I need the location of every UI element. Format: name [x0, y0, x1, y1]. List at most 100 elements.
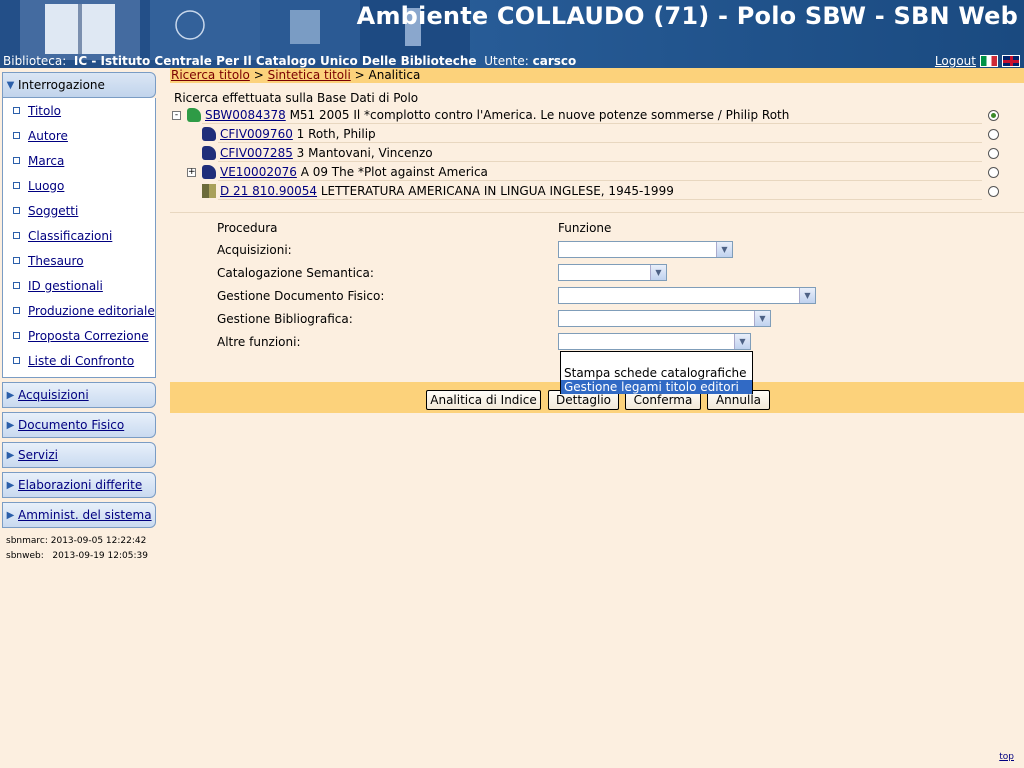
dropdown-option-highlighted[interactable]: Gestione legami titolo editori [561, 380, 752, 394]
author-icon [202, 127, 216, 141]
square-bullet-icon [13, 107, 20, 114]
dropdown-option[interactable] [561, 352, 752, 366]
expand-icon[interactable]: + [187, 167, 196, 177]
tree-row: CFIV009760 1 Roth, Philip [170, 126, 1024, 145]
chevron-down-icon: ▼ [799, 288, 815, 303]
chevron-down-icon: ▼ [734, 334, 750, 349]
triangle-down-icon: ▼ [6, 79, 15, 91]
collapse-icon[interactable]: - [172, 110, 181, 120]
author-icon [202, 146, 216, 160]
sidebar-item-titolo: Titolo [3, 98, 155, 123]
select-radio[interactable] [988, 129, 999, 140]
tree-row: + VE10002076 A 09 The *Plot against Amer… [170, 164, 1024, 183]
function-form: Procedura Funzione Acquisizioni: ▼ Catal… [170, 213, 1024, 363]
square-bullet-icon [13, 182, 20, 189]
select-radio[interactable] [988, 148, 999, 159]
green-book-icon [187, 108, 201, 122]
gestione-bibliografica-select[interactable]: ▼ [558, 310, 771, 327]
analitica-di-indice-button[interactable]: Analitica di Indice [426, 390, 541, 410]
breadcrumb-sintetica-titoli[interactable]: Sintetica titoli [268, 68, 351, 82]
sidebar-item-luogo: Luogo [3, 173, 155, 198]
menu-acquisizioni[interactable]: ▶ Acquisizioni [2, 382, 156, 408]
record-id-link[interactable]: VE10002076 [220, 165, 297, 179]
chevron-down-icon: ▼ [650, 265, 666, 280]
catalogazione-semantica-select[interactable]: ▼ [558, 264, 667, 281]
sidebar-item-classificazioni: Classificazioni [3, 223, 155, 248]
title-icon [202, 165, 216, 179]
sidebar: ▼ Interrogazione Titolo Autore Marca Luo… [0, 70, 158, 564]
record-id-link[interactable]: SBW0084378 [205, 108, 286, 122]
menu-interrogazione-items: Titolo Autore Marca Luogo Soggetti Class… [2, 98, 156, 378]
sidebar-item-autore: Autore [3, 123, 155, 148]
stamp-label: sbnweb: [6, 551, 44, 561]
breadcrumb: Ricerca titolo > Sintetica titoli > Anal… [170, 68, 1024, 83]
square-bullet-icon [13, 307, 20, 314]
triangle-right-icon: ▶ [6, 419, 15, 431]
square-bullet-icon [13, 332, 20, 339]
chevron-down-icon: ▼ [754, 311, 770, 326]
altre-funzioni-label: Altre funzioni: [217, 335, 301, 349]
menu-amministrazione-sistema[interactable]: ▶ Amminist. del sistema [2, 502, 156, 528]
menu-interrogazione[interactable]: ▼ Interrogazione [2, 72, 156, 98]
user-label: Utente: [484, 54, 529, 68]
altre-funzioni-dropdown: Stampa schede catalografiche Gestione le… [560, 351, 753, 394]
logout-link[interactable]: Logout [935, 54, 976, 68]
result-tree: - SBW0084378 M51 2005 Il *complotto cont… [170, 107, 1024, 202]
version-stamps: sbnmarc: 2013-09-05 12:22:42 sbnweb: 201… [6, 534, 158, 564]
select-radio[interactable] [988, 167, 999, 178]
record-id-link[interactable]: D 21 810.90054 [220, 184, 317, 198]
triangle-right-icon: ▶ [6, 509, 15, 521]
sidebar-item-id-gestionali: ID gestionali [3, 273, 155, 298]
menu-label: Interrogazione [18, 78, 105, 92]
sidebar-item-thesauro: Thesauro [3, 248, 155, 273]
square-bullet-icon [13, 157, 20, 164]
tree-row: D 21 810.90054 LETTERATURA AMERICANA IN … [170, 183, 1024, 202]
select-radio[interactable] [988, 186, 999, 197]
class-icon [202, 184, 216, 198]
tree-row: - SBW0084378 M51 2005 Il *complotto cont… [170, 107, 1024, 126]
stamp-label: sbnmarc: [6, 536, 48, 546]
chevron-down-icon: ▼ [716, 242, 732, 257]
square-bullet-icon [13, 207, 20, 214]
menu-elaborazioni-differite[interactable]: ▶ Elaborazioni differite [2, 472, 156, 498]
main-content: Ricerca titolo > Sintetica titoli > Anal… [170, 68, 1024, 413]
gestione-documento-fisico-select[interactable]: ▼ [558, 287, 816, 304]
english-flag-icon[interactable] [1002, 55, 1020, 67]
menu-documento-fisico[interactable]: ▶ Documento Fisico [2, 412, 156, 438]
square-bullet-icon [13, 282, 20, 289]
stamp-value: 2013-09-05 12:22:42 [50, 536, 147, 546]
record-id-link[interactable]: CFIV007285 [220, 146, 293, 160]
library-label: Biblioteca: [3, 54, 67, 68]
select-radio[interactable] [988, 110, 999, 121]
gestione-documento-fisico-label: Gestione Documento Fisico: [217, 289, 385, 303]
top-link[interactable]: top [999, 752, 1014, 762]
header-status-bar: Biblioteca: IC - Istituto Centrale Per I… [0, 54, 1024, 68]
sidebar-item-proposta-correzione: Proposta Correzione [3, 323, 155, 348]
square-bullet-icon [13, 132, 20, 139]
square-bullet-icon [13, 257, 20, 264]
sidebar-item-soggetti: Soggetti [3, 198, 155, 223]
sidebar-item-produzione-editoriale: Produzione editoriale [3, 298, 155, 323]
col-procedura-header: Procedura [217, 221, 278, 235]
square-bullet-icon [13, 232, 20, 239]
sidebar-item-marca: Marca [3, 148, 155, 173]
catalogazione-semantica-label: Catalogazione Semantica: [217, 266, 374, 280]
breadcrumb-ricerca-titolo[interactable]: Ricerca titolo [171, 68, 250, 82]
col-funzione-header: Funzione [558, 221, 612, 235]
acquisizioni-select[interactable]: ▼ [558, 241, 733, 258]
app-header: Ambiente COLLAUDO (71) - Polo SBW - SBN … [0, 0, 1024, 68]
triangle-right-icon: ▶ [6, 389, 15, 401]
page-title: Ambiente COLLAUDO (71) - Polo SBW - SBN … [356, 2, 1018, 30]
dropdown-option[interactable]: Stampa schede catalografiche [561, 366, 752, 380]
tree-row: CFIV007285 3 Mantovani, Vincenzo [170, 145, 1024, 164]
stamp-value: 2013-09-19 12:05:39 [52, 551, 148, 561]
record-id-link[interactable]: CFIV009760 [220, 127, 293, 141]
altre-funzioni-select[interactable]: ▼ [558, 333, 751, 350]
menu-servizi[interactable]: ▶ Servizi [2, 442, 156, 468]
triangle-right-icon: ▶ [6, 449, 15, 461]
square-bullet-icon [13, 357, 20, 364]
gestione-bibliografica-label: Gestione Bibliografica: [217, 312, 353, 326]
acquisizioni-label: Acquisizioni: [217, 243, 292, 257]
italian-flag-icon[interactable] [980, 55, 998, 67]
library-value: IC - Istituto Centrale Per Il Catalogo U… [73, 54, 477, 68]
